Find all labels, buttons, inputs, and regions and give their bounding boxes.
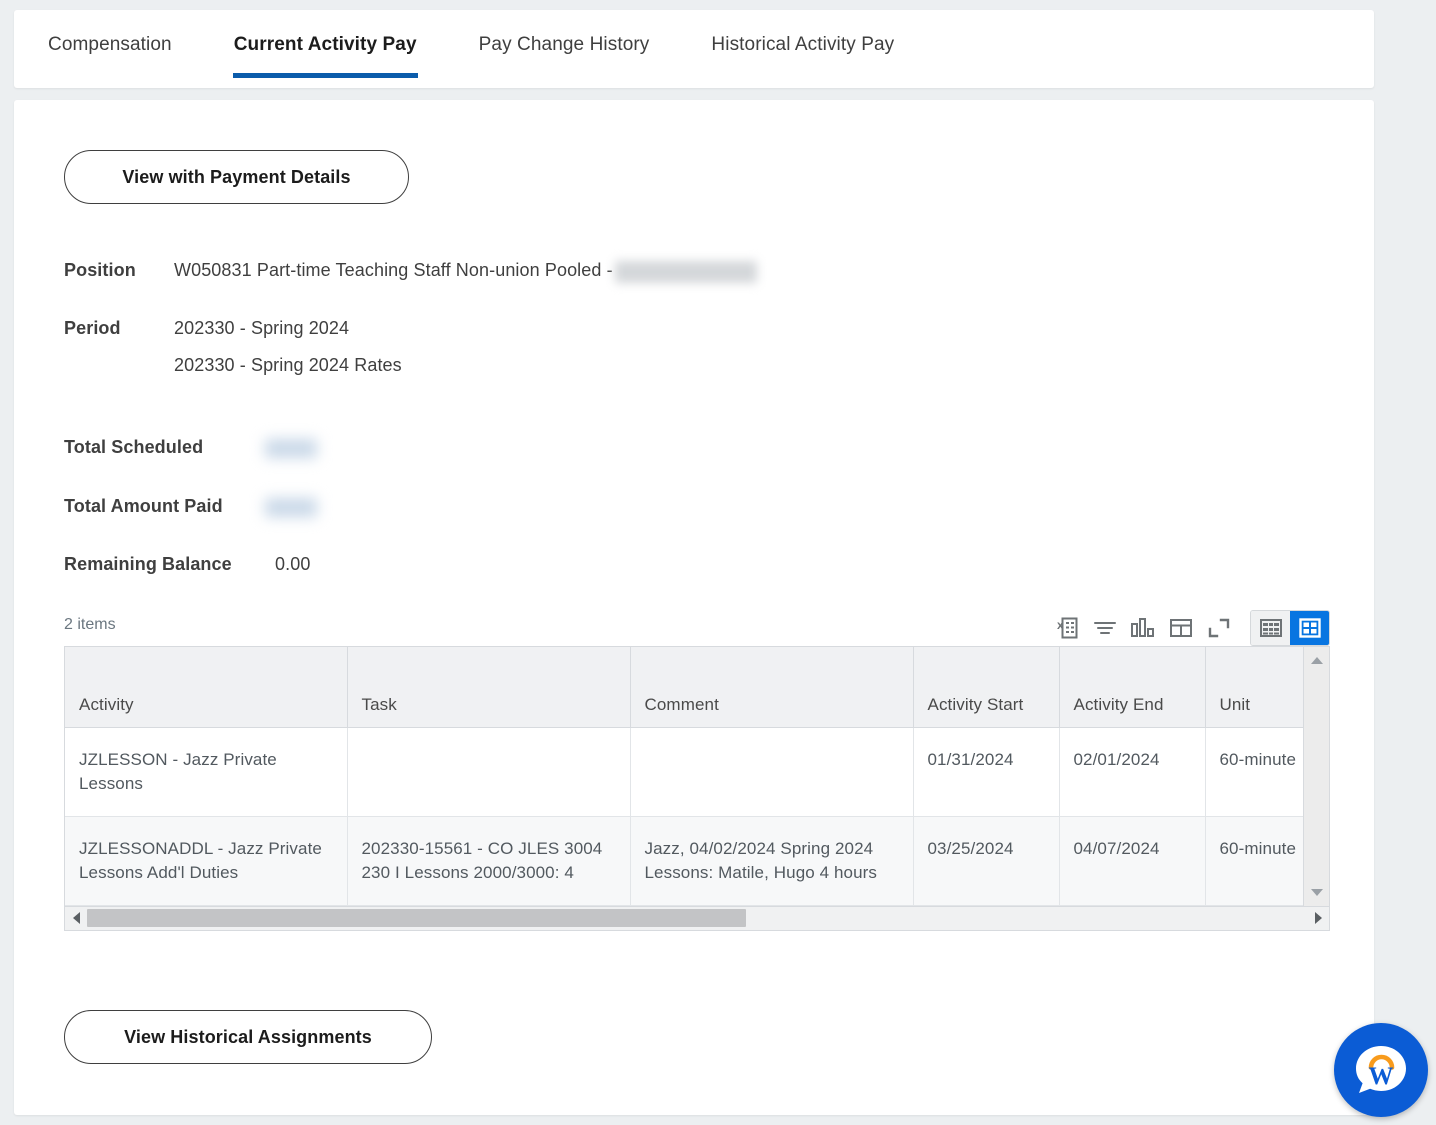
main-content-card: View with Payment Details Position W0508… [14, 100, 1374, 1115]
column-header-comment[interactable]: Comment [630, 647, 914, 728]
scroll-left-arrow-icon[interactable] [65, 907, 87, 929]
table-row[interactable]: JZLESSONADDL - Jazz Private Lessons Add'… [65, 816, 1305, 906]
horizontal-scroll-track[interactable] [87, 909, 1307, 927]
svg-text:W: W [1369, 1063, 1394, 1090]
remaining-balance-row: Remaining Balance 0.00 [64, 554, 310, 575]
position-field-row: Position W050831 Part-time Teaching Staf… [64, 260, 757, 284]
tab-compensation-label: Compensation [48, 34, 172, 55]
horizontal-scroll-thumb[interactable] [87, 909, 746, 927]
position-redacted-block [614, 261, 757, 284]
table-body: JZLESSON - Jazz Private Lessons 01/31/20… [65, 727, 1305, 906]
position-value: W050831 Part-time Teaching Staff Non-uni… [174, 260, 613, 280]
grid-tool-buttons: x [1048, 610, 1330, 646]
cell-activity: JZLESSON - Jazz Private Lessons [65, 727, 348, 817]
cell-task: 202330-15561 - CO JLES 3004 230 I Lesson… [347, 816, 631, 906]
scroll-right-arrow-icon[interactable] [1307, 907, 1329, 929]
toggle-details-icon[interactable] [1162, 611, 1200, 645]
period-value-2: 202330 - Spring 2024 Rates [174, 355, 402, 375]
cell-activity-end: 04/07/2024 [1059, 816, 1206, 906]
svg-text:x: x [1057, 618, 1064, 632]
table-row[interactable]: JZLESSON - Jazz Private Lessons 01/31/20… [65, 727, 1305, 817]
cell-activity-start: 01/31/2024 [913, 727, 1060, 817]
cell-unit: 60-minute [1205, 727, 1305, 817]
tab-current-activity-pay-label: Current Activity Pay [233, 34, 417, 55]
period-values: 202330 - Spring 2024 202330 - Spring 202… [174, 318, 402, 376]
page-root: Compensation Current Activity Pay Pay Ch… [0, 0, 1436, 1125]
tab-pay-change-history[interactable]: Pay Change History [479, 34, 650, 78]
cell-activity-end: 02/01/2024 [1059, 727, 1206, 817]
tab-historical-activity-pay[interactable]: Historical Activity Pay [711, 34, 894, 78]
tab-pay-change-history-label: Pay Change History [478, 34, 650, 55]
total-scheduled-row: Total Scheduled [64, 437, 317, 458]
expand-icon[interactable] [1200, 611, 1238, 645]
table-header-row: Activity Task Comment Activity Start Act… [65, 647, 1305, 728]
workday-assistant-button[interactable]: W [1334, 1023, 1428, 1117]
period-label: Period [64, 318, 121, 338]
cell-comment [630, 727, 914, 817]
column-header-activity[interactable]: Activity [65, 647, 348, 728]
column-header-activity-start[interactable]: Activity Start [913, 647, 1060, 728]
scroll-up-arrow-icon[interactable] [1304, 649, 1330, 671]
total-amount-paid-label: Total Amount Paid [64, 496, 223, 516]
tab-bar: Compensation Current Activity Pay Pay Ch… [14, 10, 1374, 88]
total-amount-paid-row: Total Amount Paid [64, 496, 317, 517]
column-header-activity-end[interactable]: Activity End [1059, 647, 1206, 728]
list-view-icon[interactable] [1251, 611, 1290, 645]
tab-historical-activity-pay-label: Historical Activity Pay [711, 34, 895, 55]
cell-comment: Jazz, 04/02/2024 Spring 2024 Lessons: Ma… [630, 816, 914, 906]
tab-current-activity-pay[interactable]: Current Activity Pay [232, 34, 418, 78]
view-historical-assignments-button[interactable]: View Historical Assignments [64, 1010, 432, 1064]
total-amount-paid-redacted-block [265, 497, 317, 517]
position-label: Position [64, 260, 136, 280]
tab-bar-card: Compensation Current Activity Pay Pay Ch… [14, 10, 1374, 88]
total-amount-paid-value [265, 496, 317, 517]
cell-task [347, 727, 631, 817]
remaining-balance-label: Remaining Balance [64, 554, 232, 574]
chart-icon[interactable] [1124, 611, 1162, 645]
cell-activity-start: 03/25/2024 [913, 816, 1060, 906]
column-header-task[interactable]: Task [347, 647, 631, 728]
table-horizontal-scrollbar[interactable] [64, 906, 1330, 931]
grid-view-icon[interactable] [1290, 611, 1329, 645]
scroll-down-arrow-icon[interactable] [1304, 882, 1330, 904]
position-value-wrap: W050831 Part-time Teaching Staff Non-uni… [174, 260, 757, 284]
activity-pay-grid-region: 2 items x Activity Task Comment Activity… [64, 610, 1330, 931]
total-scheduled-value [265, 437, 317, 458]
filter-icon[interactable] [1086, 611, 1124, 645]
total-scheduled-label: Total Scheduled [64, 437, 204, 457]
total-scheduled-redacted-block [265, 438, 317, 458]
activity-pay-table-shell: Activity Task Comment Activity Start Act… [64, 646, 1330, 907]
column-header-unit[interactable]: Unit [1205, 647, 1305, 728]
tab-compensation[interactable]: Compensation [48, 34, 172, 78]
cell-activity: JZLESSONADDL - Jazz Private Lessons Add'… [65, 816, 348, 906]
table-viewport: Activity Task Comment Activity Start Act… [65, 647, 1305, 906]
grid-toolbar: 2 items x [64, 610, 1330, 646]
period-field-row: Period 202330 - Spring 2024 202330 - Spr… [64, 318, 402, 376]
period-value-1: 202330 - Spring 2024 [174, 318, 350, 338]
grid-view-toggle-group [1250, 610, 1330, 646]
cell-unit: 60-minute [1205, 816, 1305, 906]
view-with-payment-details-button[interactable]: View with Payment Details [64, 150, 409, 204]
table-vertical-scrollbar[interactable] [1303, 647, 1329, 906]
table-header: Activity Task Comment Activity Start Act… [65, 647, 1305, 728]
activity-pay-table: Activity Task Comment Activity Start Act… [65, 647, 1305, 906]
remaining-balance-value: 0.00 [275, 554, 311, 574]
export-to-excel-icon[interactable]: x [1048, 611, 1086, 645]
workday-logo-icon: W [1356, 1046, 1406, 1093]
items-count-label: 2 items [64, 616, 116, 633]
